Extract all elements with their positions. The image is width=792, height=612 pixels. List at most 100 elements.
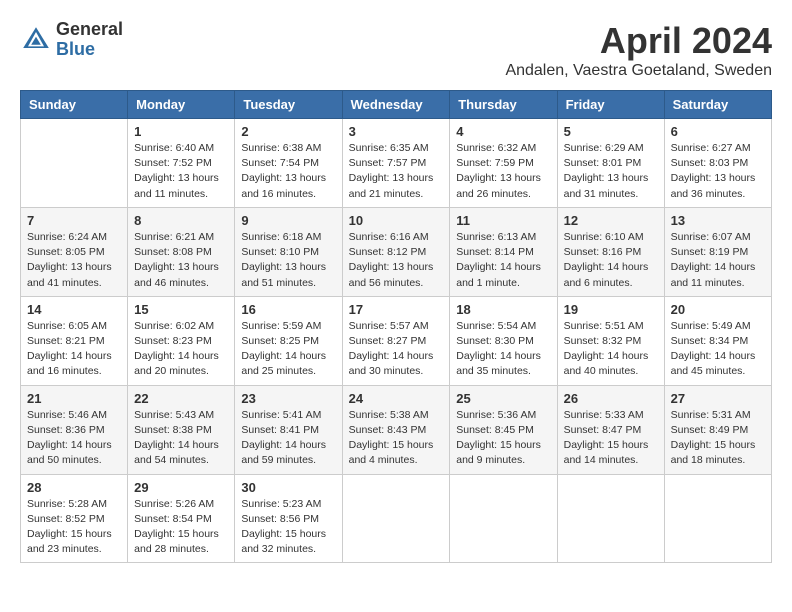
day-info: Sunrise: 6:13 AM Sunset: 8:14 PM Dayligh… bbox=[456, 230, 550, 291]
calendar-week-3: 14 Sunrise: 6:05 AM Sunset: 8:21 PM Dayli… bbox=[21, 296, 772, 385]
day-number: 5 bbox=[564, 124, 658, 139]
calendar-week-2: 7 Sunrise: 6:24 AM Sunset: 8:05 PM Daylig… bbox=[21, 207, 772, 296]
title-block: April 2024 Andalen, Vaestra Goetaland, S… bbox=[505, 20, 772, 80]
calendar-cell: 26 Sunrise: 5:33 AM Sunset: 8:47 PM Dayli… bbox=[557, 385, 664, 474]
calendar-cell: 30 Sunrise: 5:23 AM Sunset: 8:56 PM Dayli… bbox=[235, 474, 342, 563]
day-info: Sunrise: 6:38 AM Sunset: 7:54 PM Dayligh… bbox=[241, 141, 335, 202]
calendar-cell: 15Sunrise: 6:02 AM Sunset: 8:23 PM Dayli… bbox=[128, 296, 235, 385]
day-number: 6 bbox=[671, 124, 765, 139]
col-saturday: Saturday bbox=[664, 91, 771, 119]
col-tuesday: Tuesday bbox=[235, 91, 342, 119]
day-info: Sunrise: 5:41 AM Sunset: 8:41 PM Dayligh… bbox=[241, 408, 335, 469]
day-number: 2 bbox=[241, 124, 335, 139]
calendar-cell: 14 Sunrise: 6:05 AM Sunset: 8:21 PM Dayli… bbox=[21, 296, 128, 385]
calendar-cell: 19 Sunrise: 5:51 AM Sunset: 8:32 PM Dayli… bbox=[557, 296, 664, 385]
day-info: Sunrise: 5:36 AM Sunset: 8:45 PM Dayligh… bbox=[456, 408, 550, 469]
day-info: Sunrise: 6:27 AM Sunset: 8:03 PM Dayligh… bbox=[671, 141, 765, 202]
day-info: Sunrise: 5:43 AM Sunset: 8:38 PM Dayligh… bbox=[134, 408, 228, 469]
day-number: 23 bbox=[241, 391, 335, 406]
calendar-table: Sunday Monday Tuesday Wednesday Thursday… bbox=[20, 90, 772, 563]
calendar-cell: 23 Sunrise: 5:41 AM Sunset: 8:41 PM Dayli… bbox=[235, 385, 342, 474]
calendar-cell: 20 Sunrise: 5:49 AM Sunset: 8:34 PM Dayli… bbox=[664, 296, 771, 385]
calendar-cell: 16 Sunrise: 5:59 AM Sunset: 8:25 PM Dayli… bbox=[235, 296, 342, 385]
day-number: 3 bbox=[349, 124, 444, 139]
calendar-cell: 10 Sunrise: 6:16 AM Sunset: 8:12 PM Dayli… bbox=[342, 207, 450, 296]
calendar-cell: 29 Sunrise: 5:26 AM Sunset: 8:54 PM Dayli… bbox=[128, 474, 235, 563]
day-info: Sunrise: 5:26 AM Sunset: 8:54 PM Dayligh… bbox=[134, 497, 228, 558]
month-title: April 2024 bbox=[505, 20, 772, 62]
day-number: 18 bbox=[456, 302, 550, 317]
day-info: Sunrise: 6:18 AM Sunset: 8:10 PM Dayligh… bbox=[241, 230, 335, 291]
day-info: Sunrise: 6:05 AM Sunset: 8:21 PM Dayligh… bbox=[27, 319, 121, 380]
day-number: 29 bbox=[134, 480, 228, 495]
calendar-cell: 13 Sunrise: 6:07 AM Sunset: 8:19 PM Dayli… bbox=[664, 207, 771, 296]
day-number: 30 bbox=[241, 480, 335, 495]
day-number: 11 bbox=[456, 213, 550, 228]
col-monday: Monday bbox=[128, 91, 235, 119]
calendar-cell: 18 Sunrise: 5:54 AM Sunset: 8:30 PM Dayli… bbox=[450, 296, 557, 385]
logo-icon bbox=[20, 24, 52, 56]
day-info: Sunrise: 5:49 AM Sunset: 8:34 PM Dayligh… bbox=[671, 319, 765, 380]
calendar-cell: 1Sunrise: 6:40 AM Sunset: 7:52 PM Daylig… bbox=[128, 119, 235, 208]
calendar-cell: 7 Sunrise: 6:24 AM Sunset: 8:05 PM Daylig… bbox=[21, 207, 128, 296]
day-number: 12 bbox=[564, 213, 658, 228]
calendar-header-row: Sunday Monday Tuesday Wednesday Thursday… bbox=[21, 91, 772, 119]
day-info: Sunrise: 5:38 AM Sunset: 8:43 PM Dayligh… bbox=[349, 408, 444, 469]
day-number: 24 bbox=[349, 391, 444, 406]
calendar-cell: 24 Sunrise: 5:38 AM Sunset: 8:43 PM Dayli… bbox=[342, 385, 450, 474]
calendar-cell: 17 Sunrise: 5:57 AM Sunset: 8:27 PM Dayli… bbox=[342, 296, 450, 385]
day-number: 1 bbox=[134, 124, 228, 139]
col-friday: Friday bbox=[557, 91, 664, 119]
day-info: Sunrise: 6:10 AM Sunset: 8:16 PM Dayligh… bbox=[564, 230, 658, 291]
day-number: 21 bbox=[27, 391, 121, 406]
day-number: 26 bbox=[564, 391, 658, 406]
calendar-week-5: 28Sunrise: 5:28 AM Sunset: 8:52 PM Dayli… bbox=[21, 474, 772, 563]
calendar-cell: 25 Sunrise: 5:36 AM Sunset: 8:45 PM Dayli… bbox=[450, 385, 557, 474]
day-number: 28 bbox=[27, 480, 121, 495]
day-number: 7 bbox=[27, 213, 121, 228]
day-number: 13 bbox=[671, 213, 765, 228]
day-info: Sunrise: 6:07 AM Sunset: 8:19 PM Dayligh… bbox=[671, 230, 765, 291]
day-info: Sunrise: 6:32 AM Sunset: 7:59 PM Dayligh… bbox=[456, 141, 550, 202]
day-number: 19 bbox=[564, 302, 658, 317]
day-info: Sunrise: 5:33 AM Sunset: 8:47 PM Dayligh… bbox=[564, 408, 658, 469]
day-info: Sunrise: 5:59 AM Sunset: 8:25 PM Dayligh… bbox=[241, 319, 335, 380]
calendar-cell: 3 Sunrise: 6:35 AM Sunset: 7:57 PM Daylig… bbox=[342, 119, 450, 208]
day-info: Sunrise: 6:21 AM Sunset: 8:08 PM Dayligh… bbox=[134, 230, 228, 291]
day-number: 27 bbox=[671, 391, 765, 406]
day-number: 17 bbox=[349, 302, 444, 317]
calendar-cell: 4Sunrise: 6:32 AM Sunset: 7:59 PM Daylig… bbox=[450, 119, 557, 208]
calendar-cell: 21Sunrise: 5:46 AM Sunset: 8:36 PM Dayli… bbox=[21, 385, 128, 474]
calendar-cell bbox=[21, 119, 128, 208]
calendar-cell: 8Sunrise: 6:21 AM Sunset: 8:08 PM Daylig… bbox=[128, 207, 235, 296]
logo: General Blue bbox=[20, 20, 123, 60]
day-info: Sunrise: 5:51 AM Sunset: 8:32 PM Dayligh… bbox=[564, 319, 658, 380]
day-number: 22 bbox=[134, 391, 228, 406]
day-info: Sunrise: 5:23 AM Sunset: 8:56 PM Dayligh… bbox=[241, 497, 335, 558]
calendar-cell: 5 Sunrise: 6:29 AM Sunset: 8:01 PM Daylig… bbox=[557, 119, 664, 208]
day-info: Sunrise: 6:16 AM Sunset: 8:12 PM Dayligh… bbox=[349, 230, 444, 291]
day-number: 25 bbox=[456, 391, 550, 406]
calendar-cell: 11 Sunrise: 6:13 AM Sunset: 8:14 PM Dayli… bbox=[450, 207, 557, 296]
day-info: Sunrise: 5:57 AM Sunset: 8:27 PM Dayligh… bbox=[349, 319, 444, 380]
day-info: Sunrise: 5:54 AM Sunset: 8:30 PM Dayligh… bbox=[456, 319, 550, 380]
day-number: 20 bbox=[671, 302, 765, 317]
calendar-cell: 9Sunrise: 6:18 AM Sunset: 8:10 PM Daylig… bbox=[235, 207, 342, 296]
day-number: 15 bbox=[134, 302, 228, 317]
day-info: Sunrise: 6:35 AM Sunset: 7:57 PM Dayligh… bbox=[349, 141, 444, 202]
calendar-cell: 27 Sunrise: 5:31 AM Sunset: 8:49 PM Dayli… bbox=[664, 385, 771, 474]
day-info: Sunrise: 6:24 AM Sunset: 8:05 PM Dayligh… bbox=[27, 230, 121, 291]
day-number: 10 bbox=[349, 213, 444, 228]
day-info: Sunrise: 5:31 AM Sunset: 8:49 PM Dayligh… bbox=[671, 408, 765, 469]
calendar-cell bbox=[557, 474, 664, 563]
col-wednesday: Wednesday bbox=[342, 91, 450, 119]
calendar-cell: 2 Sunrise: 6:38 AM Sunset: 7:54 PM Daylig… bbox=[235, 119, 342, 208]
page-header: General Blue April 2024 Andalen, Vaestra… bbox=[20, 20, 772, 80]
col-sunday: Sunday bbox=[21, 91, 128, 119]
calendar-cell: 6 Sunrise: 6:27 AM Sunset: 8:03 PM Daylig… bbox=[664, 119, 771, 208]
calendar-cell: 12 Sunrise: 6:10 AM Sunset: 8:16 PM Dayli… bbox=[557, 207, 664, 296]
day-number: 16 bbox=[241, 302, 335, 317]
col-thursday: Thursday bbox=[450, 91, 557, 119]
day-info: Sunrise: 6:29 AM Sunset: 8:01 PM Dayligh… bbox=[564, 141, 658, 202]
day-number: 14 bbox=[27, 302, 121, 317]
